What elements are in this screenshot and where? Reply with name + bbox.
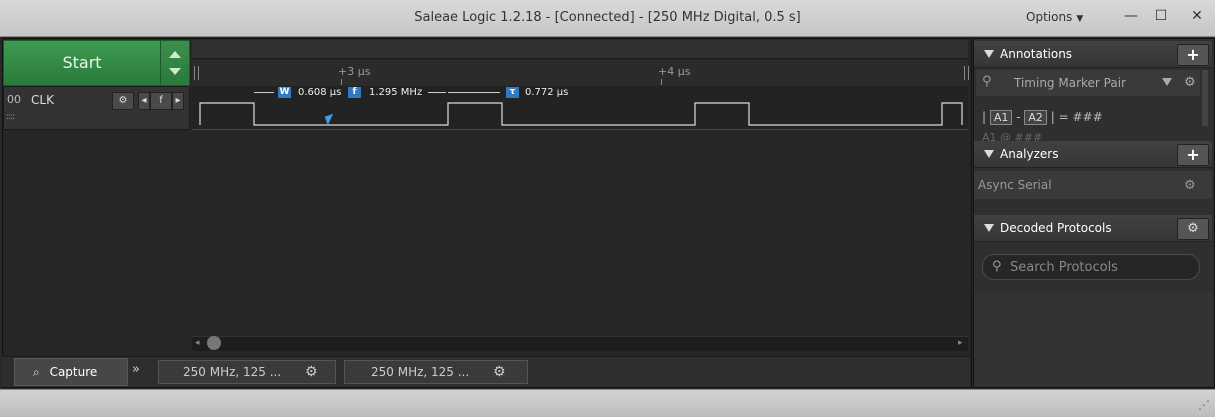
gear-icon[interactable]: ⚙ <box>305 361 318 383</box>
gear-icon[interactable]: ⚙ <box>493 361 506 383</box>
capture-tab[interactable]: ⌕ Capture <box>14 358 128 386</box>
ruler-tick <box>661 79 662 85</box>
measure-line <box>448 92 500 93</box>
time-ruler[interactable] <box>192 60 968 87</box>
add-analyzer-button[interactable]: + <box>1177 144 1209 166</box>
search-icon: ⌕ <box>33 365 40 379</box>
session-tab-label: 250 MHz, 125 ... <box>371 365 470 379</box>
gear-icon: ⚙ <box>118 95 128 106</box>
session-tab[interactable]: 250 MHz, 125 ... ⚙ <box>158 360 336 384</box>
channel-number: 00 <box>7 93 21 106</box>
session-tab-label: 250 MHz, 125 ... <box>183 365 282 379</box>
start-options-button[interactable] <box>160 40 190 86</box>
analyzers-title: Analyzers <box>1000 147 1059 161</box>
ruler-left-handle[interactable] <box>194 66 199 80</box>
scrollbar-thumb[interactable] <box>207 336 221 350</box>
resize-grip-icon[interactable]: ⋰ <box>1198 398 1210 412</box>
chevron-left-icon: ◂ <box>141 95 147 106</box>
ruler-tick-label: +3 µs <box>338 65 371 78</box>
ruler-right-handle[interactable] <box>964 66 969 80</box>
period-badge: τ <box>506 87 519 98</box>
options-menu[interactable]: Options ▼ <box>1026 10 1083 24</box>
analyzer-label: Async Serial <box>978 178 1052 192</box>
plus-icon: + <box>1186 45 1200 64</box>
gear-icon: ⚙ <box>1187 221 1199 236</box>
rising-edge-icon: f <box>159 95 163 106</box>
frequency-badge: f <box>348 87 361 98</box>
decoded-results-area <box>974 292 1212 386</box>
start-button[interactable]: Start <box>3 40 161 86</box>
decoded-protocols-title: Decoded Protocols <box>1000 221 1112 235</box>
edge-trigger-button[interactable]: f <box>150 92 172 110</box>
channel-settings-button[interactable]: ⚙ <box>112 92 134 110</box>
search-placeholder: Search Protocols <box>1010 260 1118 275</box>
gear-icon[interactable]: ⚙ <box>1184 178 1196 193</box>
drag-handle-icon[interactable]: :::: <box>6 112 15 122</box>
annotations-title: Annotations <box>1000 47 1073 61</box>
marker-formula: | A1 - A2 | = ### <box>982 110 1103 125</box>
collapse-icon <box>984 50 994 58</box>
waveform-row[interactable] <box>192 99 968 130</box>
scroll-left-icon[interactable]: ◂ <box>195 338 200 348</box>
pin-icon[interactable]: ⚲ <box>982 74 992 89</box>
decoded-settings-button[interactable]: ⚙ <box>1177 218 1209 240</box>
search-icon: ⚲ <box>992 259 1002 274</box>
collapse-icon <box>984 224 994 232</box>
plot-area[interactable] <box>192 130 968 334</box>
horizontal-scrollbar[interactable] <box>192 336 968 351</box>
chevron-right-icon: ▸ <box>175 95 181 106</box>
session-tab[interactable]: 250 MHz, 125 ... ⚙ <box>344 360 528 384</box>
ruler-tick-label: +4 µs <box>658 65 691 78</box>
arrow-up-icon <box>169 51 181 58</box>
width-badge: W <box>278 87 291 98</box>
scroll-right-icon[interactable]: ▸ <box>958 338 963 348</box>
close-button[interactable]: ✕ <box>1184 6 1210 26</box>
arrow-down-icon <box>169 68 181 75</box>
gear-icon[interactable]: ⚙ <box>1184 75 1196 90</box>
measure-line <box>254 92 274 93</box>
add-annotation-button[interactable]: + <box>1177 44 1209 66</box>
trigger-next-button[interactable]: ▸ <box>172 92 184 110</box>
plus-icon: + <box>1186 145 1200 164</box>
trigger-prev-button[interactable]: ◂ <box>138 92 150 110</box>
ruler-tick <box>341 79 342 85</box>
marker-a2[interactable]: A2 <box>1024 110 1047 125</box>
maximize-button[interactable]: ☐ <box>1148 6 1174 26</box>
period-value: 0.772 µs <box>525 87 569 98</box>
capture-tab-label: Capture <box>49 365 98 379</box>
formula-result: | = ### <box>1050 110 1103 124</box>
timeline-header <box>192 40 968 59</box>
options-label: Options <box>1026 10 1073 24</box>
chevron-down-icon: ▼ <box>1076 14 1084 24</box>
collapse-icon <box>984 150 994 158</box>
more-tabs-button[interactable]: » <box>132 362 140 377</box>
timing-marker-label: Timing Marker Pair <box>1014 76 1126 90</box>
channel-name[interactable]: CLK <box>31 93 54 107</box>
annotations-scrollbar[interactable] <box>1202 70 1208 126</box>
minimize-button[interactable]: — <box>1118 6 1144 26</box>
frequency-value: 1.295 MHz <box>369 87 423 98</box>
marker-a1[interactable]: A1 <box>989 110 1013 125</box>
chevron-down-icon[interactable] <box>1162 78 1172 86</box>
status-bar <box>0 389 1215 417</box>
width-value: 0.608 µs <box>298 87 342 98</box>
measure-line <box>428 92 446 93</box>
formula-separator: - <box>1016 110 1021 124</box>
clk-waveform <box>199 102 963 126</box>
